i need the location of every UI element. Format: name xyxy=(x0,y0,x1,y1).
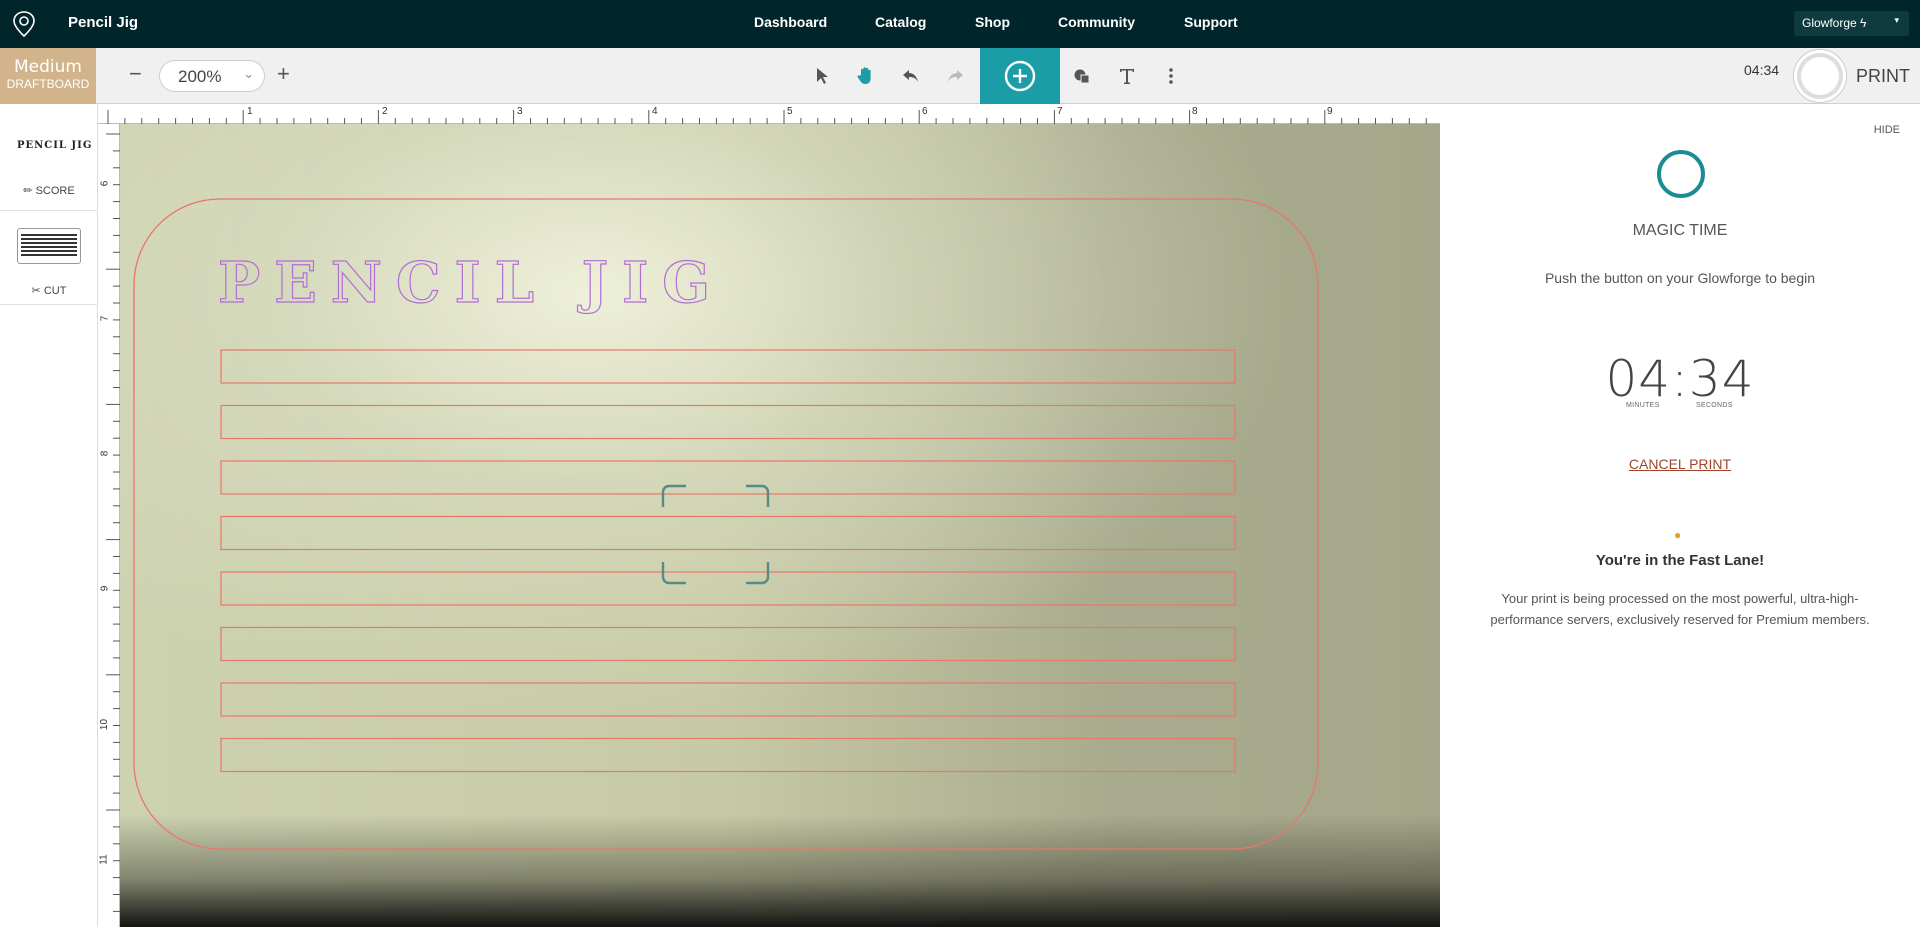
top-nav: Pencil Jig Dashboard Catalog Shop Commun… xyxy=(0,0,1920,48)
status-title: MAGIC TIME xyxy=(1632,222,1728,239)
redo-icon[interactable] xyxy=(946,68,964,84)
undo-icon[interactable] xyxy=(902,68,920,84)
account-menu[interactable]: Glowforge ϟ ▾ xyxy=(1794,11,1909,36)
ruler-label: 11 xyxy=(98,854,110,865)
project-title[interactable]: Pencil Jig xyxy=(68,14,138,31)
slot-cut-line[interactable] xyxy=(220,682,1236,717)
operations-panel: PENCIL JIG ✏ SCORE ✂ CUT xyxy=(0,104,98,927)
ruler-label: 8 xyxy=(1192,106,1198,117)
ruler-label: 6 xyxy=(99,180,111,187)
account-label: Glowforge ϟ xyxy=(1802,16,1867,30)
add-icon xyxy=(1004,60,1036,92)
status-instruction: Push the button on your Glowforge to beg… xyxy=(1544,270,1816,286)
glowforge-logo-icon[interactable] xyxy=(12,10,36,38)
add-artwork-button[interactable] xyxy=(980,48,1060,104)
slot-cut-line[interactable] xyxy=(220,737,1236,773)
divider xyxy=(0,210,98,211)
more-icon[interactable] xyxy=(1168,67,1174,85)
text-icon[interactable] xyxy=(1119,67,1135,85)
nav-dashboard[interactable]: Dashboard xyxy=(754,14,827,30)
hand-icon[interactable] xyxy=(857,66,875,86)
ruler-label: 10 xyxy=(99,718,111,731)
ruler-label: 1 xyxy=(247,106,253,117)
design-artwork[interactable]: PENCIL JIG xyxy=(120,124,1440,927)
chevron-down-icon: ⌄ xyxy=(243,66,254,81)
material-selector[interactable]: Medium DRAFTBOARD xyxy=(0,48,96,104)
score-operation[interactable]: ✏ SCORE xyxy=(0,184,98,197)
bed-camera-canvas[interactable]: PENCIL JIG xyxy=(120,124,1440,927)
ruler-label: 9 xyxy=(1327,106,1333,117)
seconds-label: SECONDS xyxy=(1696,402,1733,409)
divider xyxy=(0,304,98,305)
ruler-label: 8 xyxy=(99,450,111,457)
ruler-label: 4 xyxy=(652,106,658,117)
ruler-horizontal: 1 2 3 4 5 6 7 8 9 xyxy=(98,104,1444,124)
progress-ring-icon xyxy=(1657,150,1705,198)
zoom-in-button[interactable]: + xyxy=(277,63,290,85)
slot-cut-line[interactable] xyxy=(220,626,1236,662)
slot-cut-line[interactable] xyxy=(220,404,1236,440)
ruler-vertical: 6 7 8 9 10 11 xyxy=(98,124,120,929)
print-label[interactable]: PRINT xyxy=(1856,66,1910,87)
ruler-ticks xyxy=(107,110,1444,124)
ruler-label: 3 xyxy=(517,106,523,117)
material-type: DRAFTBOARD xyxy=(6,77,90,91)
zoom-select[interactable]: 200% ⌄ xyxy=(159,60,265,92)
print-button[interactable] xyxy=(1794,50,1846,102)
nav-catalog[interactable]: Catalog xyxy=(875,14,926,30)
minutes-label: MINUTES xyxy=(1626,402,1660,409)
nav-community[interactable]: Community xyxy=(1058,14,1135,30)
lightbulb-icon: ● xyxy=(1674,528,1682,542)
ruler-label: 7 xyxy=(1057,106,1063,117)
fast-lane-description: Your print is being processed on the mos… xyxy=(1490,591,1870,627)
cut-operation[interactable]: ✂ CUT xyxy=(0,284,98,297)
nav-shop[interactable]: Shop xyxy=(975,14,1010,30)
score-label: SCORE xyxy=(35,185,75,197)
slot-group[interactable] xyxy=(220,349,1236,773)
slot-cut-line[interactable] xyxy=(220,349,1236,384)
score-thumbnail[interactable]: PENCIL JIG xyxy=(17,140,92,151)
engrave-text[interactable]: PENCIL JIG xyxy=(217,249,724,316)
ruler-label: 6 xyxy=(922,106,928,117)
print-timer: 04:34 xyxy=(1744,62,1780,78)
ruler-label: 5 xyxy=(787,106,793,117)
zoom-value: 200% xyxy=(178,67,222,86)
pointer-icon[interactable] xyxy=(815,67,831,85)
material-name: Medium xyxy=(14,57,82,77)
ruler-ticks xyxy=(106,133,120,929)
hide-panel-button[interactable]: HIDE xyxy=(1874,124,1900,136)
ruler-label: 2 xyxy=(382,106,388,117)
slot-cut-line[interactable] xyxy=(220,571,1236,606)
slot-cut-line[interactable] xyxy=(220,515,1236,551)
cancel-print-link[interactable]: CANCEL PRINT xyxy=(1440,456,1920,472)
ruler-label: 9 xyxy=(99,585,111,592)
ruler-label: 7 xyxy=(99,315,111,322)
scissors-icon: ✂ xyxy=(31,285,41,297)
shapes-icon[interactable] xyxy=(1073,67,1091,85)
fast-lane-title: You're in the Fast Lane! xyxy=(1595,552,1765,569)
zoom-out-button[interactable]: − xyxy=(129,63,142,85)
focus-bracket-icon xyxy=(661,484,770,585)
cut-label: CUT xyxy=(43,285,67,297)
chevron-down-icon: ▾ xyxy=(1894,15,1899,25)
toolbar: Medium DRAFTBOARD − 200% ⌄ + 04:34 PRINT xyxy=(0,48,1920,104)
print-status-panel: HIDE MAGIC TIME Push the button on your … xyxy=(1440,104,1920,927)
slot-cut-line[interactable] xyxy=(220,460,1236,495)
pencil-icon: ✏ xyxy=(23,185,33,197)
countdown-timer: 04:34 xyxy=(1605,350,1755,408)
cut-thumbnail[interactable] xyxy=(17,228,81,264)
nav-support[interactable]: Support xyxy=(1184,14,1238,30)
